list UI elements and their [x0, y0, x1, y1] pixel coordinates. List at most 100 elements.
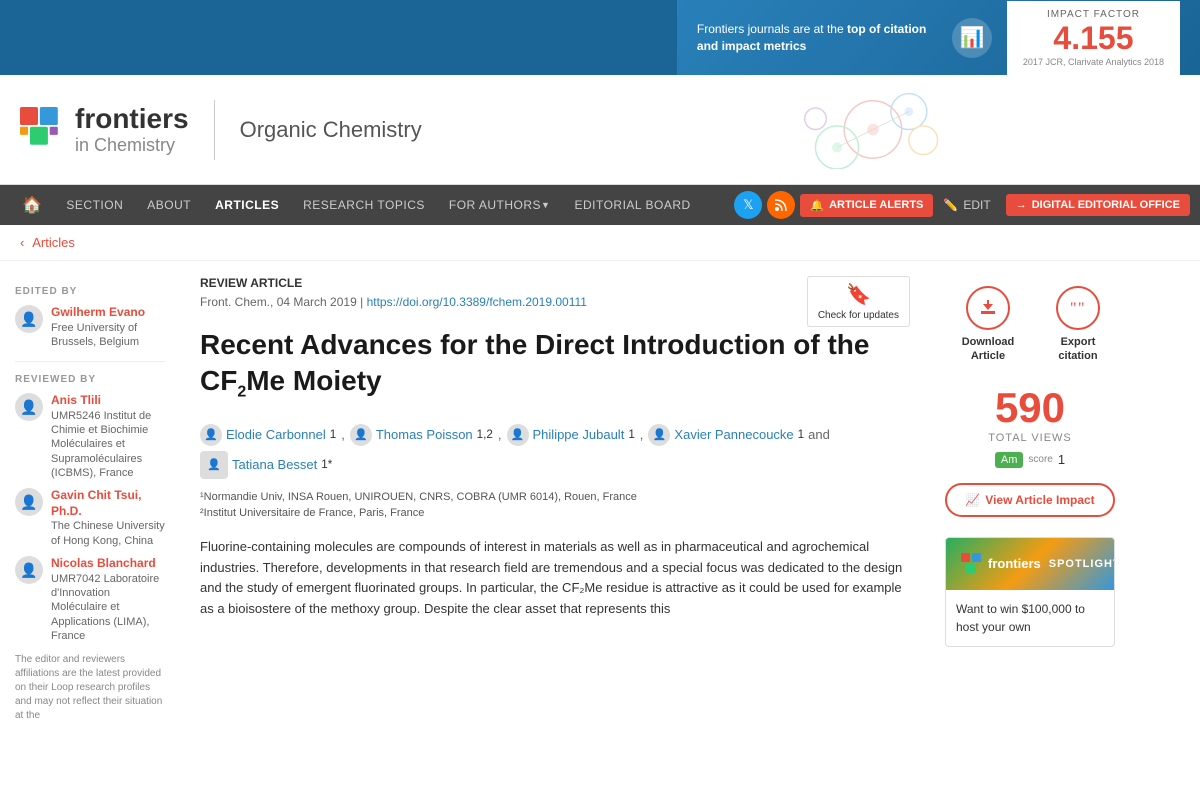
breadcrumb: ‹ Articles — [0, 225, 1200, 261]
sidebar-disclaimer: The editor and reviewers affiliations ar… — [15, 653, 165, 723]
article-alerts-button[interactable]: 🔔 ARTICLE ALERTS — [800, 194, 933, 217]
author-name-5[interactable]: Tatiana Besset — [232, 457, 317, 472]
edited-by-label: EDITED BY — [15, 286, 165, 297]
reviewer-avatar-3: 👤 — [15, 556, 43, 584]
edit-button[interactable]: ✏️ EDIT — [933, 198, 1000, 212]
editor-name[interactable]: Gwilherm Evano — [51, 305, 165, 321]
author-avatar-1: 👤 — [200, 424, 222, 446]
article-title-text2: Me Moiety — [246, 365, 381, 396]
header-divider — [214, 100, 215, 160]
views-section: 590 TOTAL VIEWS Am score 1 — [945, 384, 1115, 468]
article-date: 04 March 2019 — [277, 295, 357, 309]
nav-for-authors[interactable]: FOR AUTHORS ▼ — [437, 185, 563, 225]
reviewer-item-2: 👤 Gavin Chit Tsui, Ph.D. The Chinese Uni… — [15, 488, 165, 548]
altmetric-number: 1 — [1058, 452, 1065, 467]
main-nav: 🏠 SECTION ABOUT ARTICLES RESEARCH TOPICS… — [0, 185, 1200, 225]
breadcrumb-chevron: ‹ — [20, 235, 24, 250]
author-sup-1: 1 — [330, 428, 336, 441]
nav-about[interactable]: ABOUT — [135, 185, 203, 225]
reviewer-affiliation-2: The Chinese University of Hong Kong, Chi… — [51, 519, 165, 548]
reviewer-affiliation-1: UMR5246 Institut de Chimie et Biochimie … — [51, 409, 165, 480]
editor-affiliation: Free University of Brussels, Belgium — [51, 321, 165, 350]
main-content: 🔖 Check for updates REVIEW ARTICLE Front… — [180, 276, 930, 733]
left-sidebar: EDITED BY 👤 Gwilherm Evano Free Universi… — [0, 276, 180, 733]
header-background — [422, 90, 1180, 169]
check-updates-label: Check for updates — [818, 310, 899, 321]
frontiers-logo-icon — [20, 107, 65, 152]
author-avatar-3: 👤 — [507, 424, 529, 446]
author-sup-3: 1 — [628, 428, 634, 441]
reviewer-name-2[interactable]: Gavin Chit Tsui, Ph.D. — [51, 488, 165, 519]
author-sep-3: , — [640, 427, 644, 442]
header-journal-name: Organic Chemistry — [240, 117, 422, 143]
banner-metrics: Frontiers journals are at the top of cit… — [677, 0, 1200, 75]
impact-box: IMPACT FACTOR 4.155 2017 JCR, Clarivate … — [1007, 1, 1180, 75]
header-decoration — [422, 90, 1180, 169]
spotlight-body-text: Want to win $100,000 to host your own — [956, 602, 1085, 634]
nav-articles[interactable]: ARTICLES — [203, 185, 291, 225]
authors-line: 👤 Elodie Carbonnel 1 , 👤 Thomas Poisson 1,… — [200, 424, 910, 479]
logo-frontiers-text: frontiers — [75, 103, 189, 135]
check-updates-button[interactable]: 🔖 Check for updates — [807, 276, 910, 327]
pencil-icon: ✏️ — [943, 198, 958, 212]
author-and: and — [808, 427, 830, 442]
spotlight-subheader: SPOTLIGHT — [1049, 558, 1115, 570]
article-title: Recent Advances for the Direct Introduct… — [200, 327, 910, 404]
twitter-button[interactable]: 𝕏 — [734, 191, 762, 219]
author-name-4[interactable]: Xavier Pannecoucke — [674, 427, 793, 442]
reviewer-avatar-1: 👤 — [15, 393, 43, 421]
author-name-1[interactable]: Elodie Carbonnel — [226, 427, 326, 442]
editor-item: 👤 Gwilherm Evano Free University of Brus… — [15, 305, 165, 349]
main-layout: EDITED BY 👤 Gwilherm Evano Free Universi… — [0, 261, 1200, 748]
reviewer-name-1[interactable]: Anis Tlili — [51, 393, 165, 409]
author-avatar-4: 👤 — [648, 424, 670, 446]
altmetric-label: score — [1028, 454, 1052, 465]
top-banner: Frontiers journals are at the top of cit… — [0, 0, 1200, 75]
author-item-3: 👤 Philippe Jubault1 — [507, 424, 635, 446]
reviewer-avatar-2: 👤 — [15, 488, 43, 516]
affiliations: ¹Normandie Univ, INSA Rouen, UNIROUEN, C… — [200, 489, 910, 522]
rss-button[interactable] — [767, 191, 795, 219]
impact-sub: 2017 JCR, Clarivate Analytics 2018 — [1023, 57, 1164, 67]
logo-area: frontiers in Chemistry — [20, 103, 189, 156]
spotlight-text: Want to win $100,000 to host your own — [946, 590, 1114, 646]
view-impact-label: View Article Impact — [985, 493, 1094, 507]
download-article-button[interactable]: Download Article — [945, 286, 1031, 364]
author-avatar-5: 👤 — [200, 451, 228, 479]
svg-text:": " — [1078, 300, 1085, 317]
breadcrumb-articles-link[interactable]: Articles — [32, 235, 75, 250]
nav-research-topics[interactable]: RESEARCH TOPICS — [291, 185, 437, 225]
abstract-text: Fluorine-containing molecules are compou… — [200, 537, 910, 620]
spotlight-header: frontiers SPOTLIGHT — [946, 538, 1114, 590]
nav-home[interactable]: 🏠 — [10, 185, 54, 225]
export-label: Export citation — [1041, 335, 1115, 364]
nav-editorial-board[interactable]: EDITORIAL BOARD — [562, 185, 702, 225]
reviewer-item-1: 👤 Anis Tlili UMR5246 Institut de Chimie … — [15, 393, 165, 480]
article-journal: Front. Chem. — [200, 295, 270, 309]
author-sep-2: , — [498, 427, 502, 442]
export-citation-button[interactable]: "" Export citation — [1041, 286, 1115, 364]
spotlight-frontiers-text: frontiers — [988, 556, 1041, 571]
download-label: Download Article — [945, 335, 1031, 364]
author-item-5: 👤 Tatiana Besset1* — [200, 451, 332, 479]
article-doi-link[interactable]: https://doi.org/10.3389/fchem.2019.00111 — [367, 295, 587, 309]
author-sup-4: 1 — [798, 428, 804, 441]
nav-section[interactable]: SECTION — [54, 185, 135, 225]
impact-label: IMPACT FACTOR — [1023, 9, 1164, 20]
author-sep-1: , — [341, 427, 345, 442]
right-sidebar: Download Article "" Export citation 590 … — [930, 276, 1130, 733]
digital-editorial-button[interactable]: → DIGITAL EDITORIAL OFFICE — [1006, 194, 1190, 216]
check-updates-icon: 🔖 — [846, 282, 871, 307]
author-item-4: 👤 Xavier Pannecoucke 1 and — [648, 424, 829, 446]
arrow-icon: → — [1016, 199, 1027, 211]
author-name-2[interactable]: Thomas Poisson — [376, 427, 473, 442]
sidebar-divider — [15, 361, 165, 362]
author-name-3[interactable]: Philippe Jubault — [533, 427, 625, 442]
reviewer-name-3[interactable]: Nicolas Blanchard — [51, 556, 165, 572]
chart-icon: 📈 — [965, 493, 980, 507]
view-article-impact-button[interactable]: 📈 View Article Impact — [945, 483, 1115, 517]
article-title-sub: 2 — [237, 384, 246, 401]
banner-text: Frontiers journals are at the top of cit… — [697, 21, 937, 55]
action-buttons: Download Article "" Export citation — [945, 286, 1115, 364]
author-sup-2: 1,2 — [477, 428, 493, 441]
